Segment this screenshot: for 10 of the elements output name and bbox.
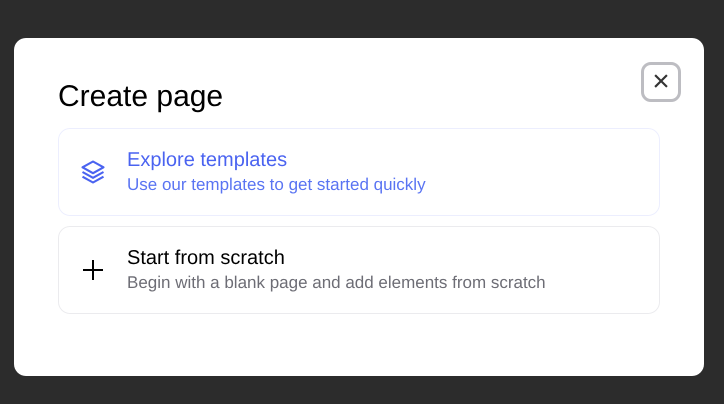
option-card[interactable]: Start from scratch Begin with a blank page and add elements from scratch <box>58 226 660 314</box>
option-description: Begin with a blank page and add elements from scratch <box>127 272 546 294</box>
option-title: Explore templates <box>127 148 288 173</box>
dialog-title: Create page <box>58 79 224 115</box>
option-description: Use our templates to get started quickly <box>127 174 426 196</box>
option-card[interactable]: Explore templates Use our templates to get started quickly <box>58 128 660 216</box>
option-title: Start from scratch <box>127 246 286 271</box>
close-button[interactable]: × <box>641 62 681 102</box>
layers-icon <box>79 158 107 186</box>
plus-icon <box>81 258 105 282</box>
